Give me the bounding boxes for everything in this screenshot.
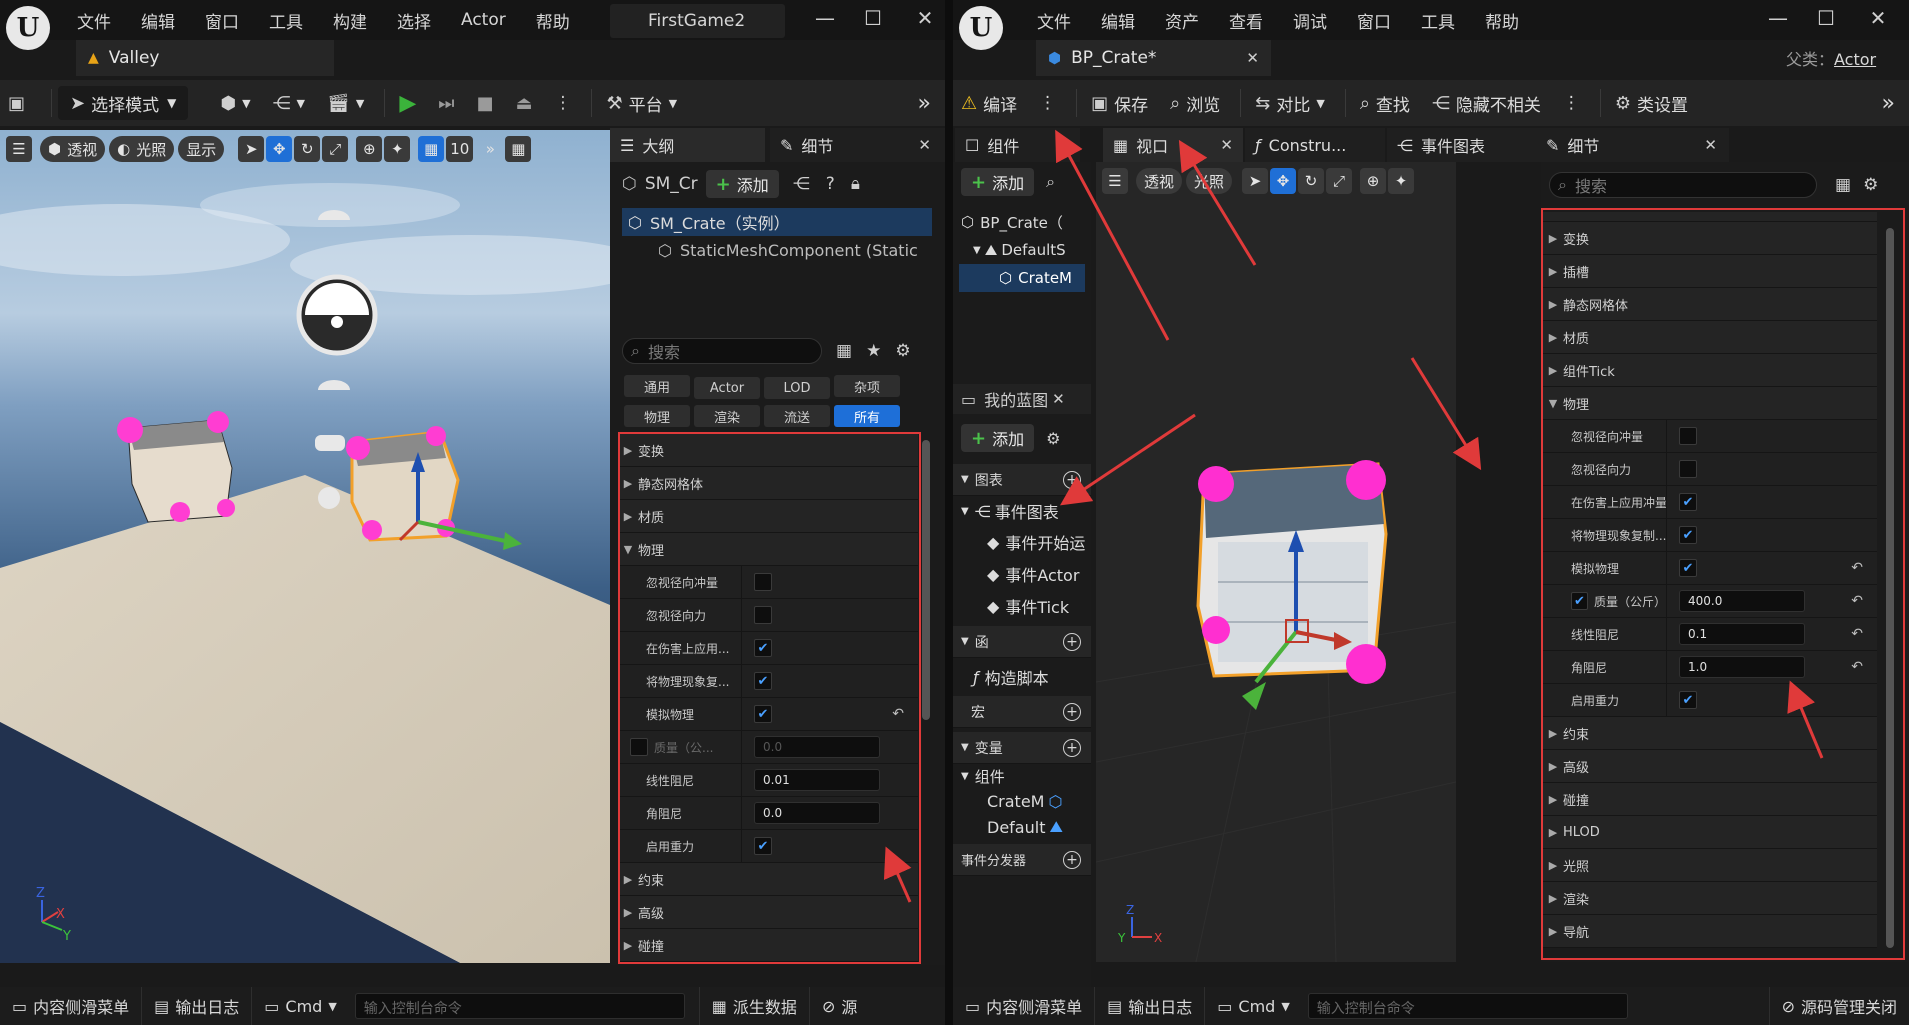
annotation-arrows bbox=[883, 129, 1824, 903]
